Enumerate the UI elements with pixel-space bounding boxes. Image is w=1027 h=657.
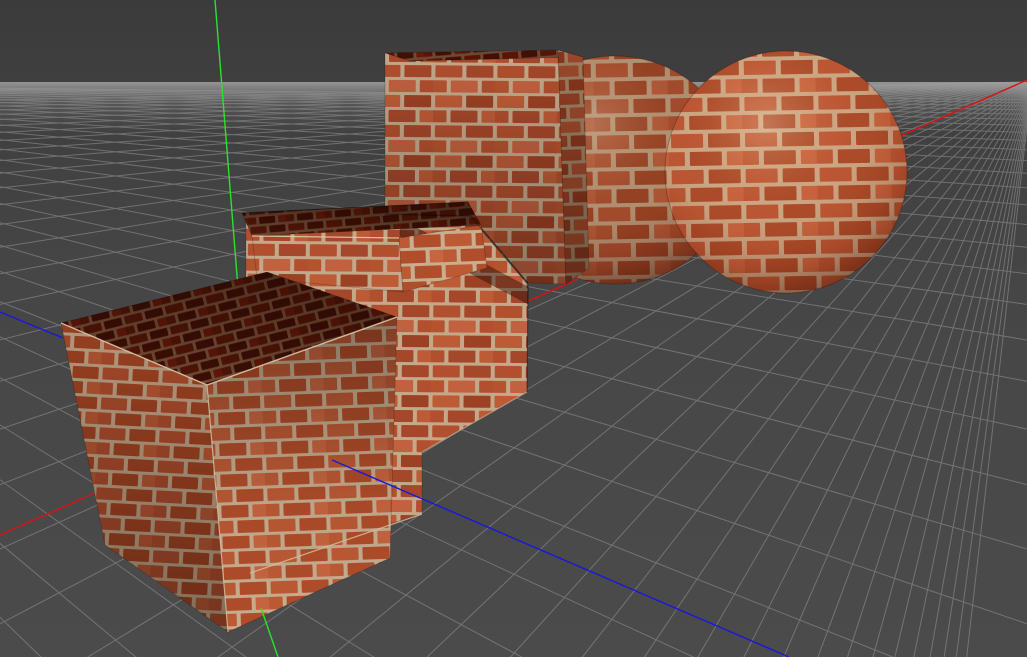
scene-canvas[interactable] [0, 0, 1027, 657]
3d-scene-viewport[interactable] [0, 0, 1027, 657]
brick-sphere-front[interactable] [665, 51, 907, 293]
